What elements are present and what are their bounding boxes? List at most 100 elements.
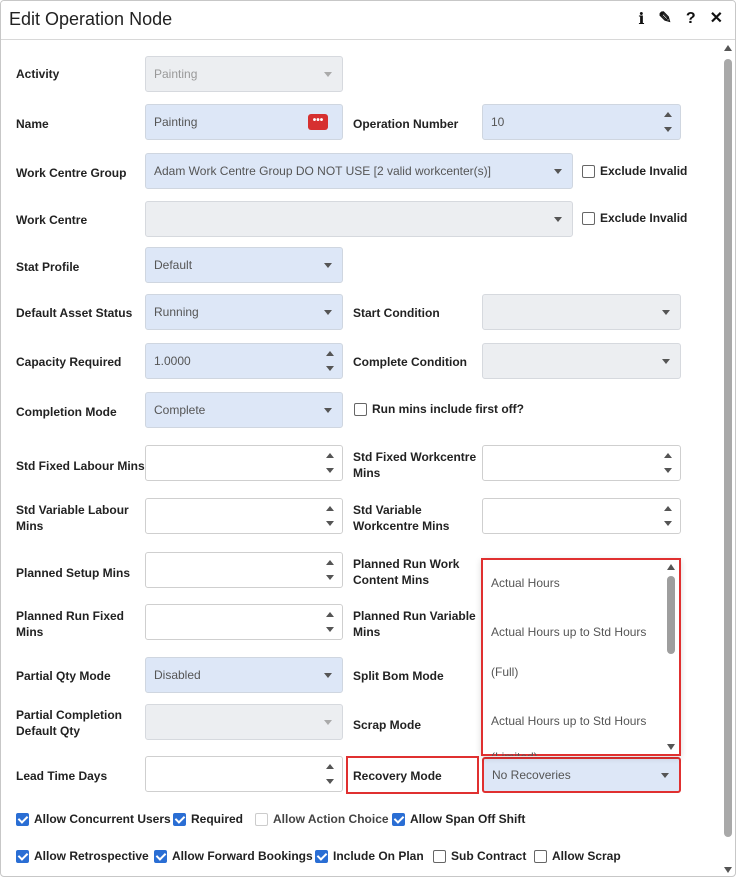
stepper-down-icon[interactable] — [326, 468, 334, 473]
checkbox-box[interactable] — [154, 849, 167, 863]
required-checkbox[interactable]: Required — [173, 812, 243, 826]
stepper-up-icon[interactable] — [664, 112, 672, 117]
work-centre-group-select[interactable]: Adam Work Centre Group DO NOT USE [2 val… — [145, 153, 573, 189]
std-fixed-labour-mins-field[interactable] — [145, 445, 343, 481]
number-stepper[interactable] — [318, 499, 342, 533]
stepper-down-icon[interactable] — [664, 521, 672, 526]
number-stepper[interactable] — [318, 446, 342, 480]
exclude-invalid-centre-checkbox[interactable]: Exclude Invalid — [582, 211, 687, 225]
stepper-down-icon[interactable] — [326, 521, 334, 526]
checkbox-label: Exclude Invalid — [600, 164, 688, 178]
recovery-mode-select[interactable]: No Recoveries — [482, 757, 681, 793]
checkbox-box[interactable] — [534, 849, 547, 863]
allow-span-off-shift-checkbox[interactable]: Allow Span Off Shift — [392, 812, 525, 826]
stepper-up-icon[interactable] — [326, 612, 334, 617]
checkbox-box[interactable] — [392, 812, 405, 826]
checkbox-label: Include On Plan — [333, 849, 424, 863]
default-asset-status-select[interactable]: Running — [145, 294, 343, 330]
number-stepper[interactable] — [318, 605, 342, 639]
scroll-down-icon[interactable] — [724, 867, 732, 873]
ellipsis-button[interactable]: ••• — [308, 114, 328, 130]
dropdown-option[interactable]: Actual Hours up to Std Hours — [491, 625, 646, 639]
dropdown-option[interactable]: Actual Hours — [491, 576, 560, 590]
dropdown-option-continuation[interactable]: (Full) — [491, 665, 518, 679]
sub-contract-checkbox[interactable]: Sub Contract — [433, 849, 526, 863]
operation-number-label: Operation Number — [353, 117, 459, 131]
operation-number-field[interactable]: 10 — [482, 104, 681, 140]
planned-run-fixed-mins-field[interactable] — [145, 604, 343, 640]
scroll-down-icon[interactable] — [667, 744, 675, 750]
stepper-up-icon[interactable] — [326, 453, 334, 458]
recovery-mode-value: No Recoveries — [492, 768, 571, 782]
close-icon[interactable]: ✕ — [710, 10, 723, 28]
stepper-up-icon[interactable] — [326, 506, 334, 511]
stepper-down-icon[interactable] — [326, 575, 334, 580]
dialog-scrollbar[interactable] — [721, 41, 735, 876]
number-stepper[interactable] — [656, 499, 680, 533]
start-condition-select[interactable] — [482, 294, 681, 330]
dialog-titlebar: Edit Operation Node i ✎ ? ✕ — [1, 1, 735, 40]
scroll-thumb[interactable] — [724, 59, 732, 837]
checkbox-box[interactable] — [255, 812, 268, 826]
stat-profile-label: Stat Profile — [16, 260, 80, 274]
dropdown-option-continuation[interactable]: (Limited) — [491, 750, 538, 756]
partial-completion-default-qty-select[interactable] — [145, 704, 343, 740]
checkbox-box[interactable] — [582, 211, 595, 225]
stat-profile-select[interactable]: Default — [145, 247, 343, 283]
std-fixed-workcentre-mins-field[interactable] — [482, 445, 681, 481]
dropdown-scrollbar[interactable] — [666, 562, 676, 752]
complete-condition-select[interactable] — [482, 343, 681, 379]
number-stepper[interactable] — [318, 553, 342, 587]
include-on-plan-checkbox[interactable]: Include On Plan — [315, 849, 424, 863]
capacity-required-field[interactable]: 1.0000 — [145, 343, 343, 379]
checkbox-box[interactable] — [16, 812, 29, 826]
scroll-up-icon[interactable] — [724, 45, 732, 51]
stepper-up-icon[interactable] — [326, 560, 334, 565]
number-stepper[interactable] — [656, 446, 680, 480]
stepper-down-icon[interactable] — [326, 627, 334, 632]
std-variable-labour-mins-field[interactable] — [145, 498, 343, 534]
partial-qty-mode-select[interactable]: Disabled — [145, 657, 343, 693]
stepper-down-icon[interactable] — [326, 366, 334, 371]
std-variable-workcentre-mins-field[interactable] — [482, 498, 681, 534]
allow-forward-bookings-checkbox[interactable]: Allow Forward Bookings — [154, 849, 313, 863]
scroll-thumb[interactable] — [667, 576, 675, 654]
planned-setup-mins-field[interactable] — [145, 552, 343, 588]
lead-time-days-field[interactable] — [145, 756, 343, 792]
checkbox-box[interactable] — [315, 849, 328, 863]
help-icon[interactable]: ? — [686, 10, 696, 28]
allow-retrospective-checkbox[interactable]: Allow Retrospective — [16, 849, 149, 863]
pencil-icon[interactable]: ✎ — [658, 10, 671, 28]
checkbox-box[interactable] — [16, 849, 29, 863]
start-condition-label: Start Condition — [353, 306, 440, 320]
name-field[interactable]: Painting ••• — [145, 104, 343, 140]
number-stepper[interactable] — [318, 757, 342, 791]
split-bom-mode-label: Split Bom Mode — [353, 669, 444, 683]
checkbox-box[interactable] — [582, 164, 595, 178]
exclude-invalid-group-checkbox[interactable]: Exclude Invalid — [582, 164, 687, 178]
allow-concurrent-users-checkbox[interactable]: Allow Concurrent Users — [16, 812, 171, 826]
activity-select[interactable]: Painting — [145, 56, 343, 92]
allow-scrap-checkbox[interactable]: Allow Scrap — [534, 849, 621, 863]
number-stepper[interactable] — [656, 105, 680, 139]
stepper-up-icon[interactable] — [664, 453, 672, 458]
stepper-up-icon[interactable] — [326, 764, 334, 769]
checkbox-box[interactable] — [354, 402, 367, 416]
stepper-down-icon[interactable] — [664, 127, 672, 132]
checkbox-box[interactable] — [173, 812, 186, 826]
completion-mode-select[interactable]: Complete — [145, 392, 343, 428]
dropdown-option[interactable]: Actual Hours up to Std Hours — [491, 714, 646, 728]
info-icon[interactable]: i — [638, 10, 644, 28]
allow-action-choice-checkbox[interactable]: Allow Action Choice — [255, 812, 389, 826]
name-label: Name — [16, 117, 49, 131]
chevron-down-icon — [324, 408, 332, 413]
run-mins-first-off-checkbox[interactable]: Run mins include first off? — [354, 402, 524, 416]
number-stepper[interactable] — [318, 344, 342, 378]
scroll-up-icon[interactable] — [667, 564, 675, 570]
work-centre-select[interactable] — [145, 201, 573, 237]
stepper-down-icon[interactable] — [664, 468, 672, 473]
stepper-down-icon[interactable] — [326, 779, 334, 784]
stepper-up-icon[interactable] — [326, 351, 334, 356]
stepper-up-icon[interactable] — [664, 506, 672, 511]
checkbox-box[interactable] — [433, 849, 446, 863]
